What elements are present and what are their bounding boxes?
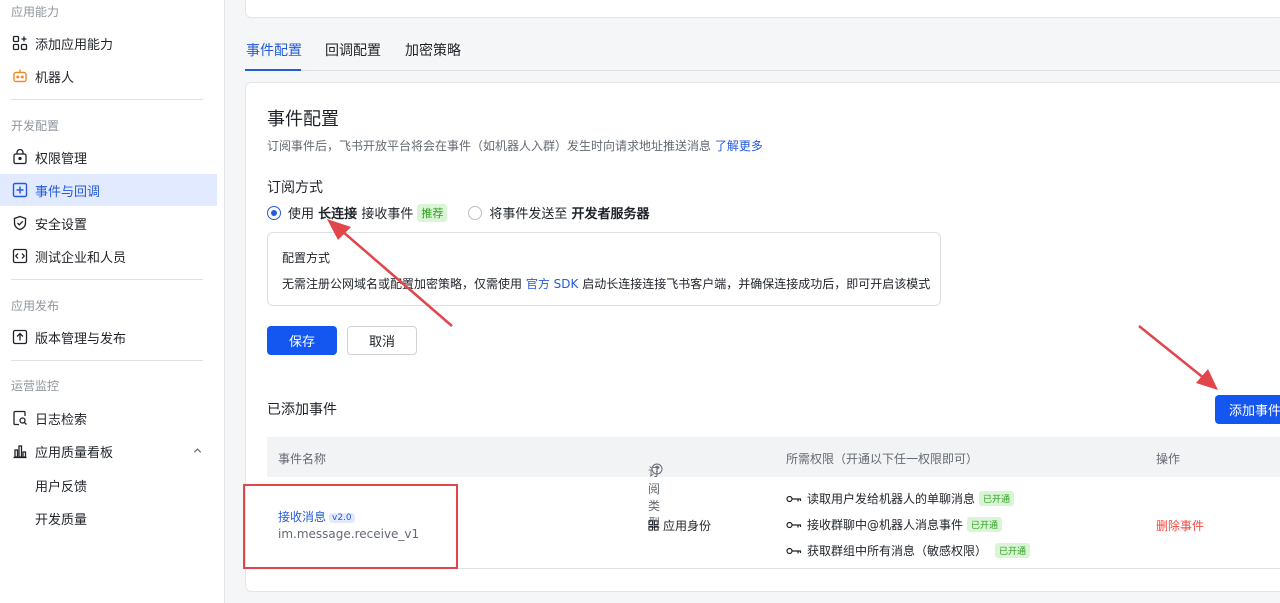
radio-developer-server[interactable]: 将事件发送至 开发者服务器 [468,203,650,222]
radio-label: 接收事件 [361,207,414,222]
subscription-type: 应用身份 [648,517,711,534]
radio-label-bold: 长连接 [318,207,358,222]
sidebar: 应用能力 添加应用能力 机器人 开发配置 权限管理 事件与回调 安全设置 测试企… [0,0,225,603]
permission-item: 获取群组中所有消息（敏感权限） 已开通 [786,542,1031,559]
radio-checked[interactable] [267,205,281,220]
key-icon [786,518,802,532]
lock-icon [11,149,28,166]
sidebar-item-label: 权限管理 [35,151,88,167]
sidebar-item-label: 机器人 [35,70,75,86]
section-title-ops-monitor: 运营监控 [11,379,60,393]
column-header-action: 操作 [1156,452,1181,466]
sidebar-item-test-enterprise[interactable]: 测试企业和人员 [0,240,217,272]
column-header-name: 事件名称 [278,452,327,466]
subscription-type-label: 应用身份 [663,519,712,533]
shield-icon [11,215,28,232]
config-method-box: 配置方式 无需注册公网域名或配置加密策略，仅需使用 官方 SDK 启动长连接连接… [267,232,941,306]
tab-callback-config[interactable]: 回调配置 [325,40,381,60]
enabled-badge: 已开通 [979,491,1015,506]
sidebar-item-label: 事件与回调 [35,184,101,200]
config-method-title: 配置方式 [282,251,331,265]
sidebar-item-label: 版本管理与发布 [35,331,127,347]
description-text: 订阅事件后，飞书开放平台将会在事件（如机器人入群）发生时向请求地址推送消息 [267,139,712,153]
upload-icon [11,329,28,346]
annotation-highlight-box [243,484,458,569]
sidebar-item-label: 日志检索 [35,412,88,428]
sidebar-item-label: 添加应用能力 [35,37,114,53]
sidebar-divider [11,279,203,280]
key-icon [786,492,802,506]
code-icon [11,248,28,265]
sidebar-item-add-capability[interactable]: 添加应用能力 [0,27,217,59]
sidebar-item-log-search[interactable]: 日志检索 [0,402,217,434]
grid-plus-icon [11,35,28,52]
page-title: 事件配置 [267,109,339,130]
radio-unchecked[interactable] [468,205,483,220]
sidebar-item-version-release[interactable]: 版本管理与发布 [0,321,217,353]
bar-chart-icon [11,443,28,460]
radio-label-bold: 开发者服务器 [571,207,650,222]
enabled-badge: 已开通 [967,517,1003,532]
add-event-button[interactable]: 添加事件 [1215,395,1280,424]
subscribe-mode-radio-group: 使用 长连接 接收事件 推荐 将事件发送至 开发者服务器 [267,203,650,222]
sidebar-divider [11,99,203,100]
cancel-button[interactable]: 取消 [347,326,417,355]
tab-bar: 事件配置 回调配置 加密策略 [245,30,1280,71]
sidebar-item-events-callbacks[interactable]: 事件与回调 [0,174,217,206]
sidebar-item-label: 测试企业和人员 [35,250,127,266]
event-add-icon [11,182,28,199]
permission-label: 读取用户发给机器人的单聊消息 [807,492,976,506]
app-grid-icon [648,520,659,531]
official-sdk-link[interactable]: 官方 SDK [526,277,579,291]
added-events-title: 已添加事件 [267,402,337,418]
tab-event-config[interactable]: 事件配置 [246,40,302,60]
robot-icon [11,68,28,85]
config-text-post: 启动长连接连接飞书客户端，并确保连接成功后，即可开启该模式 [582,277,931,291]
sidebar-item-permissions[interactable]: 权限管理 [0,141,217,173]
enabled-badge: 已开通 [995,543,1031,558]
tab-encryption[interactable]: 加密策略 [405,40,461,60]
log-search-icon [11,410,28,427]
delete-event-link[interactable]: 删除事件 [1156,517,1204,534]
section-title-dev-config: 开发配置 [11,119,60,133]
top-card [245,0,1280,18]
permission-item: 接收群聊中@机器人消息事件 已开通 [786,516,1003,533]
tab-active-indicator [245,69,301,71]
radio-label: 使用 [288,207,315,222]
permission-label: 获取群组中所有消息（敏感权限） [807,544,988,558]
events-table-header: 事件名称 订阅类型 所需权限（开通以下任一权限即可） 操作 [267,437,1280,530]
page-description: 订阅事件后，飞书开放平台将会在事件（如机器人入群）发生时向请求地址推送消息 了解… [267,137,763,154]
sidebar-item-label: 安全设置 [35,217,88,233]
sidebar-subitem-user-feedback[interactable]: 用户反馈 [35,476,87,495]
subscribe-mode-title: 订阅方式 [267,180,323,196]
sidebar-item-bot[interactable]: 机器人 [0,60,217,92]
help-icon[interactable] [651,463,663,475]
sidebar-item-quality-dashboard[interactable]: 应用质量看板 [0,435,217,467]
section-title-app-capability: 应用能力 [11,5,60,19]
radio-label: 将事件发送至 [489,207,568,222]
recommended-badge: 推荐 [417,203,448,222]
permission-item: 读取用户发给机器人的单聊消息 已开通 [786,490,1015,507]
section-title-app-release: 应用发布 [11,299,60,313]
key-icon [786,544,802,558]
sidebar-item-security[interactable]: 安全设置 [0,207,217,239]
config-text-pre: 无需注册公网域名或配置加密策略，仅需使用 [282,277,523,291]
save-button[interactable]: 保存 [267,326,337,355]
learn-more-link[interactable]: 了解更多 [715,139,763,153]
permission-label: 接收群聊中@机器人消息事件 [807,518,964,532]
sidebar-item-label: 应用质量看板 [35,445,114,461]
config-method-text: 无需注册公网域名或配置加密策略，仅需使用 官方 SDK 启动长连接连接飞书客户端… [282,275,930,292]
sidebar-divider [11,360,203,361]
chevron-up-icon[interactable] [192,445,203,460]
column-header-permissions: 所需权限（开通以下任一权限即可） [786,452,979,466]
radio-long-connection[interactable]: 使用 长连接 接收事件 推荐 [267,203,448,222]
sidebar-subitem-dev-quality[interactable]: 开发质量 [35,509,87,528]
